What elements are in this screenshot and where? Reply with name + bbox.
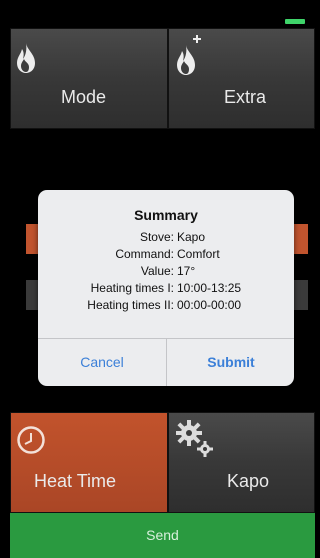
row-key: Value: [140,264,174,278]
row-key: Stove: [139,230,174,244]
summary-dialog: Summary Stove: Kapo Command: Comfort Val… [38,190,294,386]
row-key: Heating times II: [87,298,174,312]
stove-button[interactable]: Kapo [168,412,315,513]
battery-indicator [285,19,305,24]
mode-button[interactable]: Mode [10,28,168,129]
row-value: 10:00-13:25 [177,281,242,295]
summary-row-command: Command: Comfort [38,247,294,263]
status-bar [0,0,315,28]
heat-time-label: Heat Time [34,471,117,491]
row-value: Comfort [177,247,220,261]
send-button[interactable]: Send [10,513,315,558]
extra-button[interactable]: Extra [168,28,315,129]
summary-row-value: Value: 17° [38,264,294,280]
row-value: 00:00-00:00 [177,298,242,312]
flame-plus-icon [177,35,201,75]
summary-row-stove: Stove: Kapo [38,230,294,246]
background-option-right [294,224,308,254]
row-key: Command: [115,247,174,261]
cancel-button[interactable]: Cancel [38,339,166,386]
summary-row-heating-times-1: Heating times I: 10:00-13:25 [38,281,294,297]
send-label: Send [146,527,179,543]
row-value: 17° [177,264,196,278]
stove-label: Kapo [227,471,270,491]
flame-icon [17,43,35,73]
mode-label: Mode [61,87,107,107]
submit-button[interactable]: Submit [167,339,294,386]
gears-icon [176,420,213,457]
clock-icon [17,426,45,454]
dialog-title: Summary [134,207,198,223]
heat-time-button[interactable]: Heat Time [10,412,168,513]
summary-row-heating-times-2: Heating times II: 00:00-00:00 [38,298,294,314]
row-value: Kapo [177,230,206,244]
background-field-right [294,280,308,310]
row-key: Heating times I: [90,281,174,295]
extra-label: Extra [224,87,267,107]
